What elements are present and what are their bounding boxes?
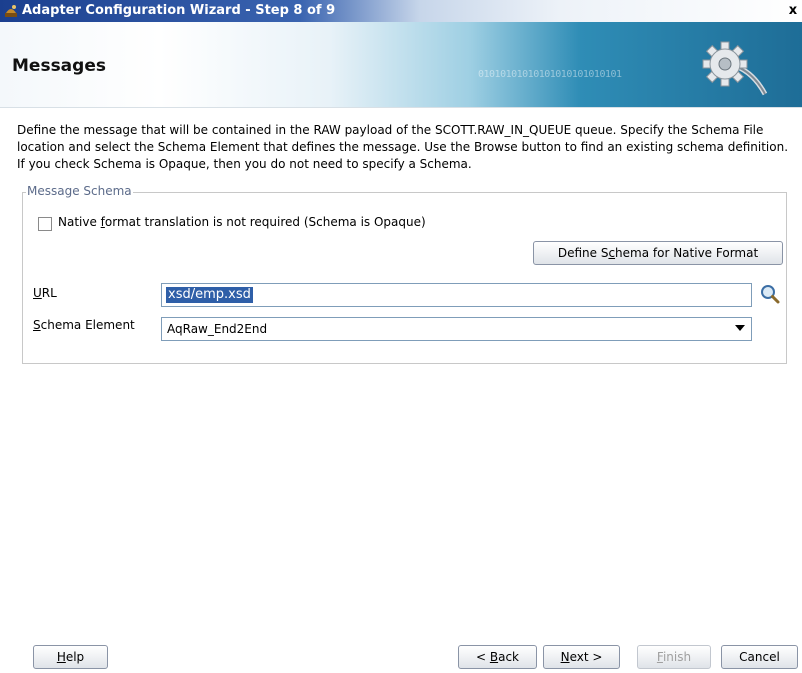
cancel-button[interactable]: Cancel: [721, 645, 798, 669]
url-value: xsd/emp.xsd: [166, 287, 253, 303]
chevron-down-icon[interactable]: [735, 325, 745, 331]
url-input[interactable]: xsd/emp.xsd: [161, 283, 752, 307]
message-schema-legend: Message Schema: [26, 184, 133, 198]
back-button[interactable]: < Back: [458, 645, 537, 669]
wizard-header: Messages 01010101010101010101010101: [0, 22, 802, 108]
page-title: Messages: [12, 56, 106, 76]
help-button[interactable]: Help: [33, 645, 108, 669]
search-icon[interactable]: [759, 283, 781, 305]
next-button[interactable]: Next >: [543, 645, 620, 669]
schema-element-value: AqRaw_End2End: [167, 322, 268, 336]
finish-button[interactable]: Finish: [637, 645, 711, 669]
window-title: Adapter Configuration Wizard - Step 8 of…: [22, 3, 336, 18]
url-label: URL: [33, 286, 57, 300]
title-bar: Adapter Configuration Wizard - Step 8 of…: [0, 0, 802, 22]
gear-icon: [702, 41, 767, 96]
schema-opaque-label[interactable]: Native format translation is not require…: [58, 215, 426, 229]
schema-element-select[interactable]: AqRaw_End2End: [161, 317, 752, 341]
close-icon[interactable]: x: [784, 2, 802, 20]
define-schema-button[interactable]: Define Schema for Native Format: [533, 241, 783, 265]
schema-element-label: Schema Element: [33, 318, 135, 332]
app-icon: [5, 5, 17, 17]
binary-decoration: 01010101010101010101010101: [478, 69, 622, 80]
step-description: Define the message that will be containe…: [17, 123, 789, 171]
schema-opaque-checkbox[interactable]: [38, 217, 52, 231]
